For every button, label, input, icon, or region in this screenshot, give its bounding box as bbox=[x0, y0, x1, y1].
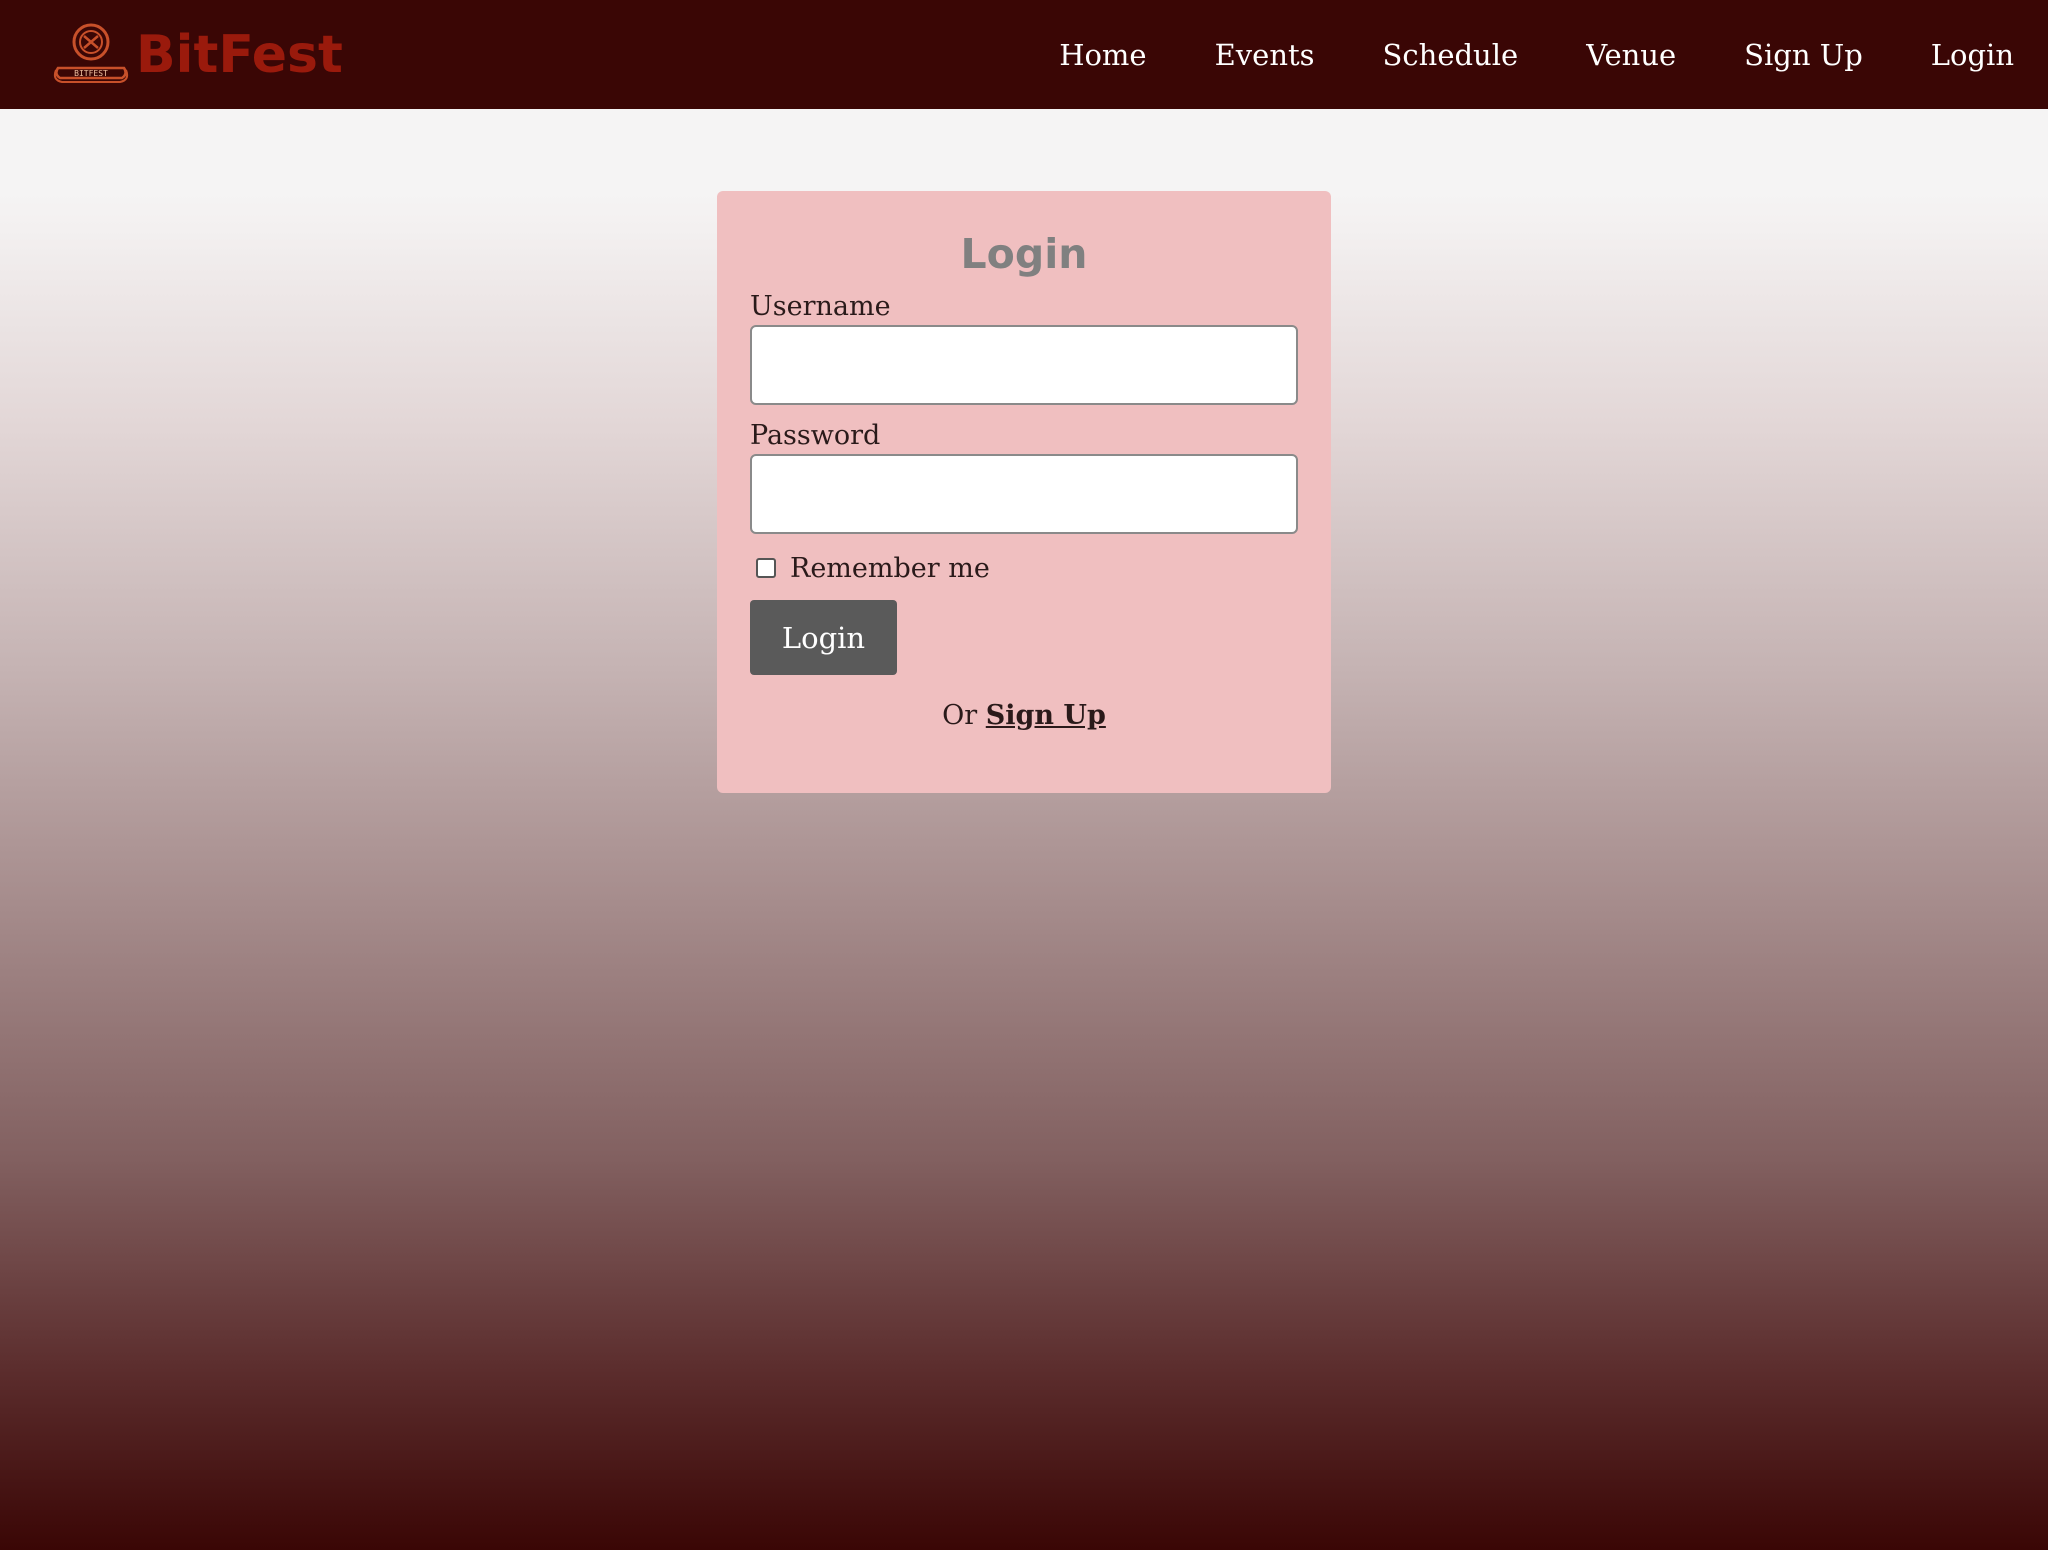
password-label: Password bbox=[750, 420, 881, 451]
remember-me-checkbox[interactable] bbox=[756, 558, 776, 578]
password-input[interactable] bbox=[750, 454, 1298, 534]
username-input[interactable] bbox=[750, 325, 1298, 405]
signup-prompt: Or Sign Up bbox=[0, 700, 2048, 731]
nav-venue[interactable]: Venue bbox=[1586, 38, 1676, 72]
logo-text: BITFEST bbox=[74, 69, 108, 78]
remember-me-row: Remember me bbox=[756, 551, 990, 585]
brand-name: BitFest bbox=[136, 25, 343, 85]
signup-link[interactable]: Sign Up bbox=[986, 700, 1106, 731]
login-button[interactable]: Login bbox=[750, 600, 897, 675]
nav-home[interactable]: Home bbox=[1059, 38, 1146, 72]
top-navbar: BITFEST BitFest Home Events Schedule Ven… bbox=[0, 0, 2048, 109]
nav-sign-up[interactable]: Sign Up bbox=[1744, 38, 1863, 72]
nav-login[interactable]: Login bbox=[1931, 38, 2014, 72]
main-nav: Home Events Schedule Venue Sign Up Login bbox=[1059, 0, 2014, 109]
bitfest-logo-icon: BITFEST bbox=[53, 23, 129, 83]
nav-schedule[interactable]: Schedule bbox=[1383, 38, 1519, 72]
remember-me-label[interactable]: Remember me bbox=[790, 553, 990, 584]
login-title: Login bbox=[960, 230, 1088, 278]
nav-events[interactable]: Events bbox=[1215, 38, 1315, 72]
username-label: Username bbox=[750, 291, 891, 322]
signup-prefix: Or bbox=[942, 700, 986, 731]
brand[interactable]: BITFEST BitFest bbox=[52, 22, 343, 88]
